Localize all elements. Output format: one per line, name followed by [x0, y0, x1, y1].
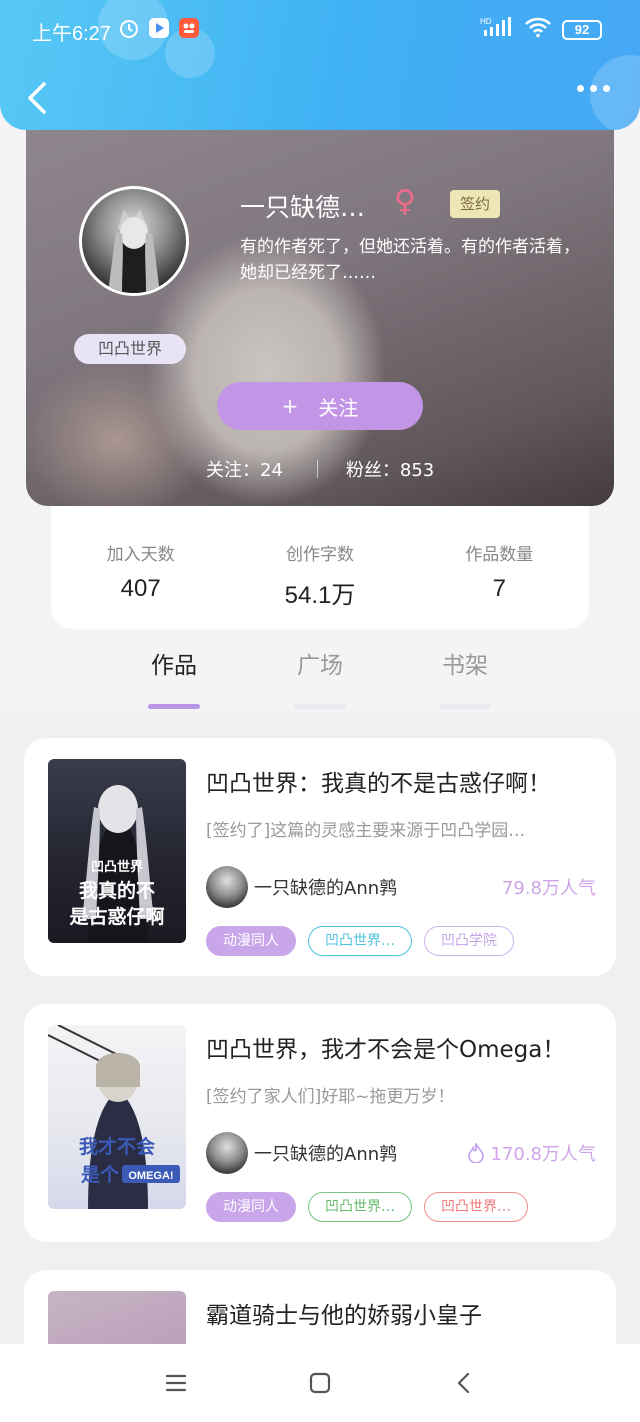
home-button[interactable]: [307, 1370, 333, 1396]
world-badge: 凹凸世界: [74, 334, 187, 364]
book-title[interactable]: 凹凸世界：我真的不是古惑仔啊！: [206, 764, 551, 798]
tag-list: 动漫同人 凹凸世界… 凹凸学院: [206, 926, 514, 956]
author-row: 一只缺德的Ann鹑 79.8万人气: [206, 866, 596, 908]
tab-bookshelf[interactable]: 书架: [430, 646, 500, 709]
popularity: 170.8万人气: [468, 1140, 596, 1166]
tag-genre[interactable]: 动漫同人: [206, 1192, 296, 1222]
book-title[interactable]: 凹凸世界，我才不会是个Omega！: [206, 1030, 565, 1064]
top-header: 上午6:27 HD 92: [0, 0, 640, 130]
follow-button-label: 关注: [318, 395, 359, 420]
user-name: 一只缺德…: [240, 193, 366, 222]
menu-icon: [165, 1374, 187, 1392]
video-app-icon: [148, 17, 170, 44]
author-name[interactable]: 一只缺德的Ann鹑: [254, 874, 397, 900]
book-description: [签约了家人们]好耶~拖更万岁！: [206, 1087, 455, 1107]
follow-stats: 关注：24 粉丝：853: [206, 456, 434, 482]
svg-text:是个: 是个: [81, 1164, 120, 1186]
author-avatar[interactable]: [206, 866, 248, 908]
svg-text:HD: HD: [480, 17, 492, 26]
alarm-icon: [118, 17, 140, 44]
fans-count[interactable]: 粉丝：853: [346, 456, 434, 482]
profile-tabs: 作品 广场 书架: [0, 630, 640, 712]
stat-value: 54.1万: [284, 582, 356, 609]
tag[interactable]: 凹凸世界…: [308, 1192, 412, 1222]
tag[interactable]: 凹凸世界…: [308, 926, 412, 956]
home-square-icon: [309, 1372, 331, 1394]
stat-value: 407: [120, 575, 161, 602]
wifi-icon: [524, 16, 552, 43]
follow-button[interactable]: + 关注: [217, 382, 423, 430]
profile-banner: 凹凸世界 一只缺德… ♀ 签约 有的作者死了，但她还活着。有的作者活着，她却已经…: [26, 120, 614, 506]
nav-back-button[interactable]: [451, 1370, 477, 1396]
female-gender-icon: ♀: [394, 184, 416, 219]
stats-card: 加入天数 407 创作字数 54.1万 作品数量 7: [51, 500, 589, 629]
stat-work-count: 作品数量 7: [424, 540, 574, 629]
tab-indicator: [294, 704, 346, 709]
tag[interactable]: 凹凸学院: [424, 926, 514, 956]
popularity: 79.8万人气: [502, 874, 596, 900]
stat-value: 7: [492, 575, 506, 602]
author-avatar[interactable]: [206, 1132, 248, 1174]
book-card[interactable]: 凹凸世界 我真的不 是古惑仔啊 凹凸世界：我真的不是古惑仔啊！ [签约了]这篇的…: [24, 738, 616, 976]
back-button[interactable]: [22, 78, 54, 118]
more-button[interactable]: [577, 85, 610, 92]
book-card[interactable]: 我才不会 是个 OMEGA! 凹凸世界，我才不会是个Omega！ [签约了家人们…: [24, 1004, 616, 1242]
chevron-left-icon: [28, 82, 46, 114]
more-dots-icon: [577, 85, 584, 92]
author-avatar[interactable]: [79, 186, 189, 296]
tab-label: 广场: [297, 653, 343, 679]
stat-label: 创作字数: [285, 545, 354, 565]
stat-word-count: 创作字数 54.1万: [245, 540, 395, 629]
book-title[interactable]: 霸道骑士与他的娇弱小皇子: [206, 1296, 482, 1330]
book-description: [签约了]这篇的灵感主要来源于凹凸学园…: [206, 821, 526, 841]
stat-label: 加入天数: [106, 545, 175, 565]
svg-text:凹凸世界: 凹凸世界: [91, 859, 143, 875]
svg-text:是古惑仔啊: 是古惑仔啊: [69, 905, 164, 928]
user-bio: 有的作者死了，但她还活着。有的作者活着，她却已经死了……: [240, 237, 580, 283]
divider: [316, 460, 318, 478]
back-triangle-icon: [457, 1372, 470, 1394]
status-bar: 上午6:27 HD 92: [0, 0, 640, 58]
signal-icon: HD: [480, 16, 514, 43]
flame-icon: [468, 1143, 485, 1163]
signed-badge: 签约: [450, 190, 500, 218]
author-row: 一只缺德的Ann鹑 170.8万人气: [206, 1132, 596, 1174]
tab-indicator: [439, 704, 491, 709]
book-cover[interactable]: 我才不会 是个 OMEGA!: [48, 1025, 186, 1209]
book-cover[interactable]: 凹凸世界 我真的不 是古惑仔啊: [48, 759, 186, 943]
popularity-value: 79.8万人气: [501, 878, 596, 899]
tag-list: 动漫同人 凹凸世界… 凹凸世界…: [206, 1192, 528, 1222]
status-time: 上午6:27: [32, 23, 111, 45]
svg-text:我真的不: 我真的不: [79, 879, 155, 902]
tab-indicator: [148, 704, 200, 709]
stat-label: 作品数量: [465, 545, 534, 565]
stat-join-days: 加入天数 407: [66, 540, 216, 629]
plus-icon: +: [281, 394, 299, 418]
tag-genre[interactable]: 动漫同人: [206, 926, 296, 956]
svg-text:OMEGA!: OMEGA!: [128, 1170, 173, 1182]
tab-label: 书架: [442, 653, 488, 679]
menu-button[interactable]: [163, 1370, 189, 1396]
following-count[interactable]: 关注：24: [206, 456, 283, 482]
app-badge-icon: [178, 17, 200, 44]
tab-works[interactable]: 作品: [139, 646, 209, 709]
battery-indicator: 92: [562, 19, 602, 40]
popularity-value: 170.8万人气: [490, 1144, 596, 1165]
svg-text:我才不会: 我才不会: [79, 1135, 155, 1158]
tab-label: 作品: [151, 653, 197, 679]
tag[interactable]: 凹凸世界…: [424, 1192, 528, 1222]
author-name[interactable]: 一只缺德的Ann鹑: [254, 1140, 397, 1166]
system-nav-bar: [0, 1344, 640, 1422]
tab-square[interactable]: 广场: [285, 646, 355, 709]
